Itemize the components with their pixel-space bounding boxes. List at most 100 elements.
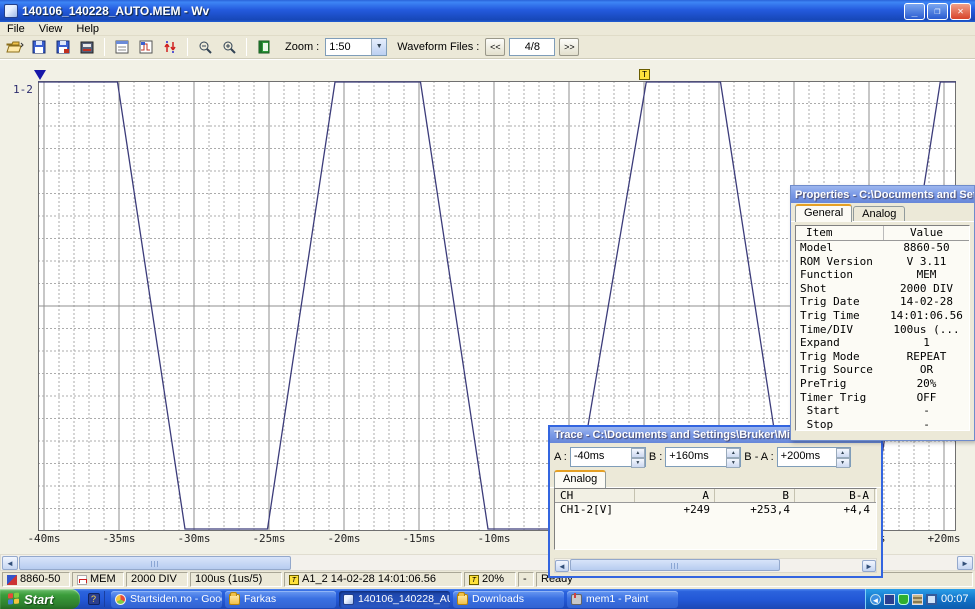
property-item: Start xyxy=(796,404,884,418)
close-button[interactable]: ✕ xyxy=(950,3,971,20)
cursor-a-value[interactable]: -40ms xyxy=(571,448,631,466)
spin-down-icon[interactable]: ▼ xyxy=(726,458,740,468)
taskbar-button[interactable]: mem1 - Paint xyxy=(567,591,678,608)
channel-settings-button[interactable] xyxy=(135,37,157,57)
spinner-arrows[interactable]: ▲▼ xyxy=(726,448,740,466)
main-titlebar[interactable]: 140106_140228_AUTO.MEM - Wv _ ❐ ✕ xyxy=(0,0,975,22)
spin-up-icon[interactable]: ▲ xyxy=(836,448,850,458)
property-value: 1 xyxy=(884,336,969,350)
network-icon[interactable] xyxy=(884,594,895,605)
restore-button[interactable]: ❐ xyxy=(927,3,948,20)
zoom-out-button[interactable] xyxy=(194,37,216,57)
floppy-save-as-icon xyxy=(56,40,70,54)
tab-analog[interactable]: Analog xyxy=(554,470,606,488)
property-value: V 3.11 xyxy=(884,255,969,269)
scroll-right-arrow-icon[interactable]: ► xyxy=(957,556,973,570)
start-button[interactable]: Start xyxy=(0,589,80,609)
property-row[interactable]: Trig SourceOR xyxy=(796,363,969,377)
property-row[interactable]: Trig Date14-02-28 xyxy=(796,295,969,309)
properties-window[interactable]: Properties - C:\Documents and Settings\B… xyxy=(790,185,975,441)
scroll-right-arrow-icon[interactable]: ► xyxy=(862,560,876,572)
property-item: Trig Date xyxy=(796,295,884,309)
menu-help[interactable]: Help xyxy=(69,22,106,36)
property-value: - xyxy=(884,418,969,431)
save-as-button[interactable] xyxy=(52,37,74,57)
menu-view[interactable]: View xyxy=(32,22,70,36)
property-row[interactable]: Trig ModeREPEAT xyxy=(796,350,969,364)
trace-row[interactable]: CH1-2[V]+249+253,4+4,4 xyxy=(555,503,876,517)
property-row[interactable]: Model8860-50 xyxy=(796,241,969,255)
scrollbar-thumb[interactable] xyxy=(570,559,780,571)
status-shot: 2000 DIV xyxy=(126,572,188,587)
red-up-down-arrows-icon xyxy=(163,40,177,54)
property-row[interactable]: Time/DIV100us (... xyxy=(796,323,969,337)
menu-file[interactable]: File xyxy=(0,22,32,36)
scroll-left-arrow-icon[interactable]: ◄ xyxy=(555,560,569,572)
chevron-down-icon[interactable]: ▼ xyxy=(371,39,386,55)
cursor-ba-spinner[interactable]: +200ms ▲▼ xyxy=(777,447,851,467)
taskbar-button[interactable]: 140106_140228_AUT... xyxy=(339,591,450,608)
property-row[interactable]: Timer TrigOFF xyxy=(796,391,969,405)
properties-form-icon xyxy=(115,40,129,54)
taskbar-clock[interactable]: 00:07 xyxy=(941,593,969,605)
disk-cartridge-icon xyxy=(80,40,94,54)
trace-scrollbar[interactable]: ◄ ► xyxy=(554,558,877,573)
next-file-button[interactable]: >> xyxy=(559,38,579,56)
open-button[interactable] xyxy=(4,37,26,57)
minimize-button[interactable]: _ xyxy=(904,3,925,20)
property-value: 14-02-28 xyxy=(884,295,969,309)
display-icon[interactable] xyxy=(926,594,937,605)
security-shield-icon[interactable] xyxy=(898,594,909,605)
property-row[interactable]: Trig Time14:01:06.56 xyxy=(796,309,969,323)
spin-down-icon[interactable]: ▼ xyxy=(836,458,850,468)
export-disk-button[interactable] xyxy=(76,37,98,57)
property-row[interactable]: FunctionMEM xyxy=(796,268,969,282)
taskbar-button[interactable]: Startsiden.no - Googl... xyxy=(111,591,222,608)
cursor-b-value[interactable]: +160ms xyxy=(666,448,726,466)
taskbar-button[interactable]: Farkas xyxy=(225,591,336,608)
scrollbar-thumb[interactable] xyxy=(19,556,291,570)
quick-launch-icon[interactable]: ? xyxy=(88,593,100,605)
scroll-left-arrow-icon[interactable]: ◄ xyxy=(2,556,18,570)
taskbar-button[interactable]: Downloads xyxy=(453,591,564,608)
log-book-button[interactable] xyxy=(253,37,275,57)
properties-titlebar[interactable]: Properties - C:\Documents and Settings\B xyxy=(791,186,974,203)
trigger-marker[interactable]: T xyxy=(639,69,650,80)
x-axis-tick: -40ms xyxy=(27,532,60,545)
sort-traces-button[interactable] xyxy=(159,37,181,57)
trace-window[interactable]: Trace - C:\Documents and Settings\Bruker… xyxy=(548,425,883,578)
cursor-ba-value[interactable]: +200ms xyxy=(778,448,836,466)
spin-up-icon[interactable]: ▲ xyxy=(726,448,740,458)
prev-file-button[interactable]: << xyxy=(485,38,505,56)
x-axis-tick: -10ms xyxy=(477,532,510,545)
trace-cell: CH1-2[V] xyxy=(555,503,635,517)
tab-analog[interactable]: Analog xyxy=(853,206,905,221)
property-row[interactable]: ROM VersionV 3.11 xyxy=(796,255,969,269)
tray-collapse-icon[interactable]: ◄ xyxy=(870,594,881,605)
tab-general[interactable]: General xyxy=(795,204,852,222)
property-row[interactable]: Start- xyxy=(796,404,969,418)
folder-icon xyxy=(457,594,468,605)
zoom-in-button[interactable] xyxy=(218,37,240,57)
spin-up-icon[interactable]: ▲ xyxy=(631,448,645,458)
property-row[interactable]: Stop- xyxy=(796,418,969,431)
property-row[interactable]: Expand1 xyxy=(796,336,969,350)
property-row[interactable]: Shot2000 DIV xyxy=(796,282,969,296)
property-row[interactable]: PreTrig20% xyxy=(796,377,969,391)
spinner-arrows[interactable]: ▲▼ xyxy=(836,448,850,466)
window-title: 140106_140228_AUTO.MEM - Wv xyxy=(22,4,904,18)
properties-button[interactable] xyxy=(111,37,133,57)
open-folder-icon xyxy=(6,40,24,54)
updates-icon[interactable] xyxy=(912,594,923,605)
x-axis-tick: -25ms xyxy=(252,532,285,545)
cursor-a-spinner[interactable]: -40ms ▲▼ xyxy=(570,447,646,467)
x-axis-tick: -30ms xyxy=(177,532,210,545)
zoom-select[interactable]: 1:50 ▼ xyxy=(325,38,387,56)
cursor-a-marker[interactable] xyxy=(34,70,46,80)
cursor-b-spinner[interactable]: +160ms ▲▼ xyxy=(665,447,741,467)
thumb-grip xyxy=(151,561,159,567)
spinner-arrows[interactable]: ▲▼ xyxy=(631,448,645,466)
x-axis-tick: -15ms xyxy=(402,532,435,545)
spin-down-icon[interactable]: ▼ xyxy=(631,458,645,468)
save-button[interactable] xyxy=(28,37,50,57)
